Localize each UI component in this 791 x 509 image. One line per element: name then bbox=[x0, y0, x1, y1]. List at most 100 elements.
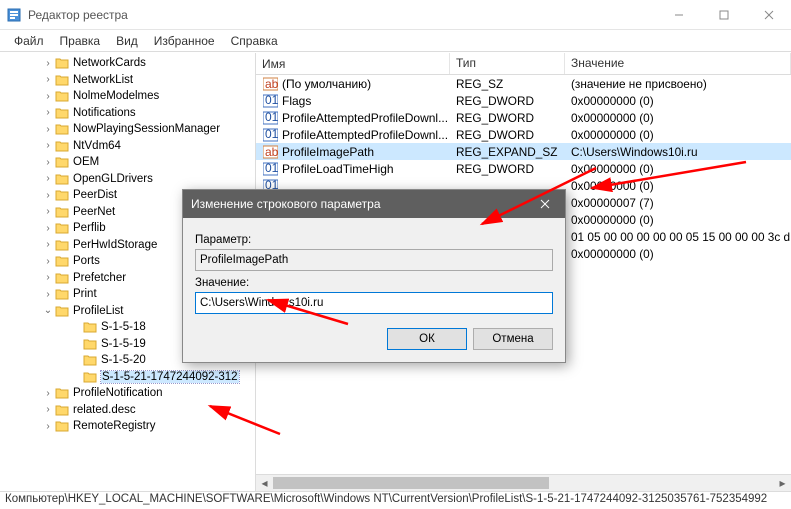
cell-type: REG_DWORD bbox=[450, 162, 565, 176]
tree-label: Notifications bbox=[73, 107, 136, 119]
folder-icon bbox=[54, 419, 70, 433]
folder-icon bbox=[54, 221, 70, 235]
cell-data: 0x00000000 (0) bbox=[565, 94, 791, 108]
folder-icon bbox=[54, 271, 70, 285]
cell-data: 0x00000000 (0) bbox=[565, 247, 791, 261]
hscrollbar[interactable]: ◂ ▸ bbox=[256, 474, 791, 491]
ok-button[interactable]: ОК bbox=[387, 328, 467, 350]
binary-icon: 011 bbox=[262, 128, 278, 142]
chevron-right-icon[interactable]: › bbox=[42, 256, 54, 267]
chevron-right-icon[interactable]: › bbox=[42, 157, 54, 168]
table-row[interactable]: abProfileImagePathREG_EXPAND_SZC:\Users\… bbox=[256, 143, 791, 160]
value-name: ProfileAttemptedProfileDownl... bbox=[282, 128, 448, 142]
window-title: Редактор реестра bbox=[28, 8, 656, 22]
folder-icon bbox=[82, 337, 98, 351]
menu-view[interactable]: Вид bbox=[108, 32, 146, 50]
tree-node[interactable]: › Notifications bbox=[0, 105, 255, 122]
close-button[interactable] bbox=[746, 1, 791, 29]
tree-node[interactable]: ›NetworkList bbox=[0, 72, 255, 89]
chevron-right-icon[interactable]: › bbox=[42, 173, 54, 184]
cancel-button[interactable]: Отмена bbox=[473, 328, 553, 350]
menubar: Файл Правка Вид Избранное Справка bbox=[0, 30, 791, 52]
chevron-right-icon[interactable]: › bbox=[42, 421, 54, 432]
chevron-down-icon[interactable]: ⌄ bbox=[42, 305, 54, 316]
value-field[interactable] bbox=[195, 292, 553, 314]
col-name[interactable]: Имя bbox=[256, 53, 450, 74]
col-value[interactable]: Значение bbox=[565, 53, 791, 74]
cell-data: 0x00000000 (0) bbox=[565, 162, 791, 176]
chevron-right-icon[interactable]: › bbox=[42, 190, 54, 201]
svg-text:011: 011 bbox=[265, 162, 278, 175]
tree-label: S-1-5-21-1747244092-312 bbox=[101, 371, 239, 383]
menu-file[interactable]: Файл bbox=[6, 32, 52, 50]
chevron-right-icon[interactable]: › bbox=[42, 107, 54, 118]
chevron-right-icon[interactable]: › bbox=[42, 223, 54, 234]
svg-text:011: 011 bbox=[265, 111, 278, 124]
table-row[interactable]: 011ProfileLoadTimeHighREG_DWORD0x0000000… bbox=[256, 160, 791, 177]
chevron-right-icon[interactable]: › bbox=[42, 388, 54, 399]
cell-type: REG_DWORD bbox=[450, 94, 565, 108]
folder-icon bbox=[54, 172, 70, 186]
chevron-right-icon[interactable]: › bbox=[42, 272, 54, 283]
chevron-right-icon[interactable]: › bbox=[42, 289, 54, 300]
tree-label: PeerNet bbox=[73, 206, 115, 218]
cell-type: REG_EXPAND_SZ bbox=[450, 145, 565, 159]
tree-node[interactable]: ›RemoteRegistry bbox=[0, 418, 255, 435]
chevron-right-icon[interactable]: › bbox=[42, 404, 54, 415]
cell-data: 0x00000000 (0) bbox=[565, 111, 791, 125]
folder-icon bbox=[54, 56, 70, 70]
table-row[interactable]: ab(По умолчанию)REG_SZ(значение не присв… bbox=[256, 75, 791, 92]
tree-node[interactable]: S-1-5-21-1747244092-312 bbox=[0, 369, 255, 386]
chevron-right-icon[interactable]: › bbox=[42, 239, 54, 250]
tree-node[interactable]: › related.desc bbox=[0, 402, 255, 419]
scroll-track[interactable] bbox=[273, 475, 774, 492]
scroll-right-icon[interactable]: ▸ bbox=[774, 475, 791, 492]
scroll-left-icon[interactable]: ◂ bbox=[256, 475, 273, 492]
folder-icon bbox=[54, 122, 70, 136]
binary-icon: 011 bbox=[262, 111, 278, 125]
menu-edit[interactable]: Правка bbox=[52, 32, 109, 50]
menu-help[interactable]: Справка bbox=[223, 32, 286, 50]
tree-node[interactable]: ›ProfileNotification bbox=[0, 385, 255, 402]
tree-node[interactable]: › NowPlayingSessionManager bbox=[0, 121, 255, 138]
value-name: ProfileImagePath bbox=[282, 145, 374, 159]
maximize-button[interactable] bbox=[701, 1, 746, 29]
table-row[interactable]: 011FlagsREG_DWORD0x00000000 (0) bbox=[256, 92, 791, 109]
cell-data: 01 05 00 00 00 00 00 05 15 00 00 00 3c d… bbox=[565, 230, 791, 244]
dialog-titlebar[interactable]: Изменение строкового параметра bbox=[183, 190, 565, 218]
tree-node[interactable]: ›OEM bbox=[0, 154, 255, 171]
tree-node[interactable]: ›NtVdm64 bbox=[0, 138, 255, 155]
cell-name: 011Flags bbox=[256, 94, 450, 108]
tree-node[interactable]: ›NolmeModelmes bbox=[0, 88, 255, 105]
dialog-close-button[interactable] bbox=[525, 190, 565, 218]
scroll-thumb[interactable] bbox=[273, 477, 549, 489]
tree-label: ProfileList bbox=[73, 305, 124, 317]
cell-data: 0x00000000 (0) bbox=[565, 213, 791, 227]
cell-name: ab(По умолчанию) bbox=[256, 77, 450, 91]
tree-node[interactable]: ›NetworkCards bbox=[0, 55, 255, 72]
chevron-right-icon[interactable]: › bbox=[42, 91, 54, 102]
menu-favorites[interactable]: Избранное bbox=[146, 32, 223, 50]
tree-label: NowPlayingSessionManager bbox=[73, 123, 220, 135]
chevron-right-icon[interactable]: › bbox=[42, 140, 54, 151]
cell-name: 011 ProfileAttemptedProfileDownl... bbox=[256, 128, 450, 142]
cell-data: 0x00000000 (0) bbox=[565, 179, 791, 193]
table-row[interactable]: 011ProfileAttemptedProfileDownl...REG_DW… bbox=[256, 109, 791, 126]
chevron-right-icon[interactable]: › bbox=[42, 58, 54, 69]
col-type[interactable]: Тип bbox=[450, 53, 565, 74]
tree-label: PeerDist bbox=[73, 189, 117, 201]
tree-label: related.desc bbox=[73, 404, 136, 416]
dialog-title: Изменение строкового параметра bbox=[191, 197, 381, 211]
svg-text:011: 011 bbox=[265, 94, 278, 107]
folder-icon bbox=[54, 155, 70, 169]
folder-icon bbox=[82, 320, 98, 334]
chevron-right-icon[interactable]: › bbox=[42, 124, 54, 135]
chevron-right-icon[interactable]: › bbox=[42, 206, 54, 217]
cell-type: REG_DWORD bbox=[450, 128, 565, 142]
chevron-right-icon[interactable]: › bbox=[42, 74, 54, 85]
tree-node[interactable]: ›OpenGLDrivers bbox=[0, 171, 255, 188]
dialog-buttons: ОК Отмена bbox=[195, 328, 553, 350]
table-row[interactable]: 011 ProfileAttemptedProfileDownl...REG_DW… bbox=[256, 126, 791, 143]
tree-label: Print bbox=[73, 288, 97, 300]
minimize-button[interactable] bbox=[656, 1, 701, 29]
